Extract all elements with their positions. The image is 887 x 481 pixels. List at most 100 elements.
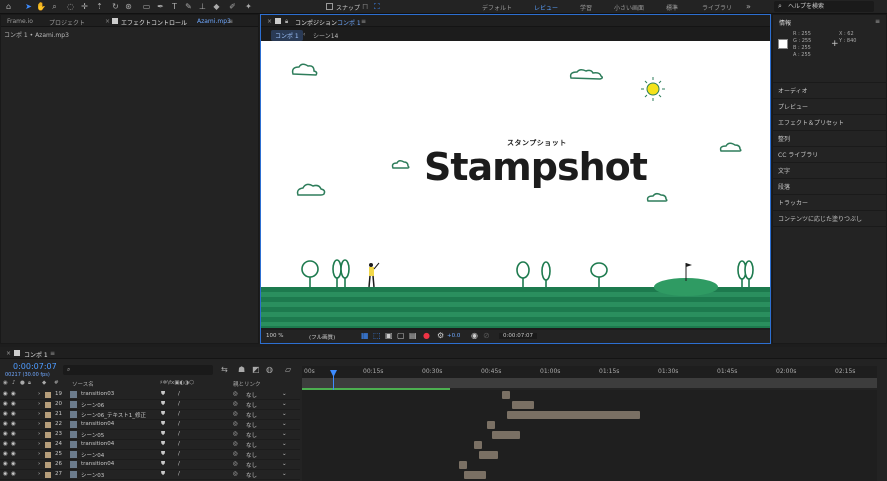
parent-value[interactable]: なし: [246, 391, 257, 399]
layer-bar[interactable]: [506, 411, 640, 419]
parent-dropdown-icon[interactable]: ⌄: [282, 431, 287, 437]
layer-row[interactable]: ◉ ◉ › 22 transition04 ⛊ / ◎ なし ⌄: [0, 420, 300, 430]
audio-icon[interactable]: ◉: [11, 421, 16, 427]
parent-value[interactable]: なし: [246, 421, 257, 429]
tab-frameio[interactable]: Frame.io: [7, 18, 33, 25]
expand-icon[interactable]: ›: [38, 421, 40, 427]
zoom-dropdown[interactable]: 100 %: [266, 333, 283, 339]
mask-icon[interactable]: ▣: [385, 331, 393, 340]
audio-icon[interactable]: ◉: [11, 441, 16, 447]
crumb-comp1[interactable]: コンポ 1: [271, 30, 303, 41]
layer-name[interactable]: シーン04: [81, 451, 104, 459]
anchor-tool-icon[interactable]: ⊛: [124, 2, 133, 11]
channel-icon[interactable]: ▤: [409, 331, 417, 340]
layer-name[interactable]: transition04: [81, 421, 114, 427]
pickwhip-icon[interactable]: ◎: [233, 471, 238, 477]
visibility-icon[interactable]: ◉: [3, 451, 8, 457]
workspace-small-screen[interactable]: 小さい画面: [614, 3, 644, 12]
label-color[interactable]: [45, 402, 51, 408]
layer-bar[interactable]: [501, 391, 510, 399]
expand-icon[interactable]: ›: [38, 401, 40, 407]
crumb-scene14[interactable]: シーン14: [313, 31, 338, 40]
label-color[interactable]: [45, 422, 51, 428]
tab-close-icon[interactable]: ×: [105, 18, 110, 25]
parent-dropdown-icon[interactable]: ⌄: [282, 461, 287, 467]
workspace-default[interactable]: デフォルト: [482, 3, 512, 12]
parent-value[interactable]: なし: [246, 431, 257, 439]
quality-switch-icon[interactable]: /: [178, 401, 180, 407]
comp-tab-label[interactable]: コンポジション: [295, 18, 337, 27]
rotate-tool-icon[interactable]: ↻: [111, 2, 120, 11]
collapse-switch-icon[interactable]: ⛊: [161, 451, 165, 458]
puppet-tool-icon[interactable]: ✦: [244, 2, 253, 11]
transparency-icon[interactable]: ⬚: [373, 331, 381, 340]
audio-icon[interactable]: ◉: [11, 391, 16, 397]
pan-tool-icon[interactable]: ✛: [80, 2, 89, 11]
layer-row[interactable]: ◉ ◉ › 23 シーン05 ⛊ / ◎ なし ⌄: [0, 430, 300, 440]
collapse-switch-icon[interactable]: ⛊: [161, 461, 165, 468]
layer-row[interactable]: ◉ ◉ › 24 transition04 ⛊ / ◎ なし ⌄: [0, 440, 300, 450]
parent-dropdown-icon[interactable]: ⌄: [282, 441, 287, 447]
audio-icon[interactable]: ◉: [11, 471, 16, 477]
frame-blend-icon[interactable]: ◩: [252, 365, 260, 374]
roto-tool-icon[interactable]: ✐: [228, 2, 237, 11]
panel-cc-libraries[interactable]: CC ライブラリ: [778, 150, 818, 159]
panel-preview[interactable]: プレビュー: [778, 102, 808, 111]
quality-switch-icon[interactable]: /: [178, 391, 180, 397]
graph-editor-icon[interactable]: ▱: [285, 365, 291, 374]
parent-dropdown-icon[interactable]: ⌄: [282, 451, 287, 457]
collapse-switch-icon[interactable]: ⛊: [161, 441, 165, 448]
timeline-timecode[interactable]: 0:00:07:07: [13, 362, 57, 371]
collapse-switch-icon[interactable]: ⛊: [161, 471, 165, 478]
color-icon[interactable]: ●: [423, 331, 430, 340]
layer-row[interactable]: ◉ ◉ › 21 シーン06_テキスト1_修正 ⛊ / ◎ なし ⌄: [0, 410, 300, 420]
home-icon[interactable]: ⌂: [4, 2, 13, 11]
parent-link-header[interactable]: 親とリンク: [233, 380, 261, 388]
rectangle-tool-icon[interactable]: ▭: [142, 2, 151, 11]
layer-name[interactable]: transition03: [81, 391, 114, 397]
timeline-tab-menu-icon[interactable]: ≡: [50, 350, 55, 357]
expand-icon[interactable]: ›: [38, 391, 40, 397]
zoom-tool-icon[interactable]: ⌕: [50, 2, 59, 11]
parent-dropdown-icon[interactable]: ⌄: [282, 421, 287, 427]
visibility-icon[interactable]: ◉: [3, 411, 8, 417]
audio-icon[interactable]: ◉: [11, 401, 16, 407]
timeline-tab-label[interactable]: コンポ 1: [24, 350, 48, 359]
collapse-switch-icon[interactable]: ⛊: [161, 411, 165, 418]
quality-switch-icon[interactable]: /: [178, 451, 180, 457]
parent-dropdown-icon[interactable]: ⌄: [282, 471, 287, 477]
hand-tool-icon[interactable]: ✋: [36, 2, 46, 11]
visibility-icon[interactable]: ◉: [3, 441, 8, 447]
layer-row[interactable]: ◉ ◉ › 19 transition03 ⛊ / ◎ なし ⌄: [0, 390, 300, 400]
selection-tool-icon[interactable]: ➤: [24, 2, 33, 11]
pickwhip-icon[interactable]: ◎: [233, 461, 238, 467]
layer-search-input[interactable]: ⌕: [63, 365, 213, 375]
parent-dropdown-icon[interactable]: ⌄: [282, 411, 287, 417]
layer-bar[interactable]: [479, 451, 499, 459]
panel-character[interactable]: 文字: [778, 166, 790, 175]
expand-icon[interactable]: ›: [38, 461, 40, 467]
visibility-icon[interactable]: ◉: [3, 461, 8, 467]
quality-switch-icon[interactable]: /: [178, 461, 180, 467]
quality-switch-icon[interactable]: /: [178, 441, 180, 447]
layer-name[interactable]: シーン06: [81, 401, 104, 409]
layer-bar[interactable]: [474, 441, 483, 449]
audio-icon[interactable]: ◉: [11, 451, 16, 457]
brush-tool-icon[interactable]: ✎: [184, 2, 193, 11]
orbit-tool-icon[interactable]: ◌: [66, 2, 75, 11]
visibility-icon[interactable]: ◉: [3, 391, 8, 397]
label-color[interactable]: [45, 392, 51, 398]
region-icon[interactable]: ▢: [397, 331, 405, 340]
layer-bar[interactable]: [486, 421, 495, 429]
layer-row[interactable]: ◉ ◉ › 26 transition04 ⛊ / ◎ なし ⌄: [0, 460, 300, 470]
quality-switch-icon[interactable]: /: [178, 411, 180, 417]
workspace-overflow-icon[interactable]: »: [746, 2, 751, 11]
panel-effects-presets[interactable]: エフェクト＆プリセット: [778, 118, 844, 127]
tab-project[interactable]: プロジェクト: [49, 18, 85, 27]
layer-name[interactable]: シーン03: [81, 471, 104, 479]
collapse-switch-icon[interactable]: ⛊: [161, 391, 165, 398]
label-color[interactable]: [45, 462, 51, 468]
show-snapshot-icon[interactable]: ⊘: [483, 331, 490, 340]
label-color[interactable]: [45, 452, 51, 458]
audio-icon[interactable]: ◉: [11, 431, 16, 437]
